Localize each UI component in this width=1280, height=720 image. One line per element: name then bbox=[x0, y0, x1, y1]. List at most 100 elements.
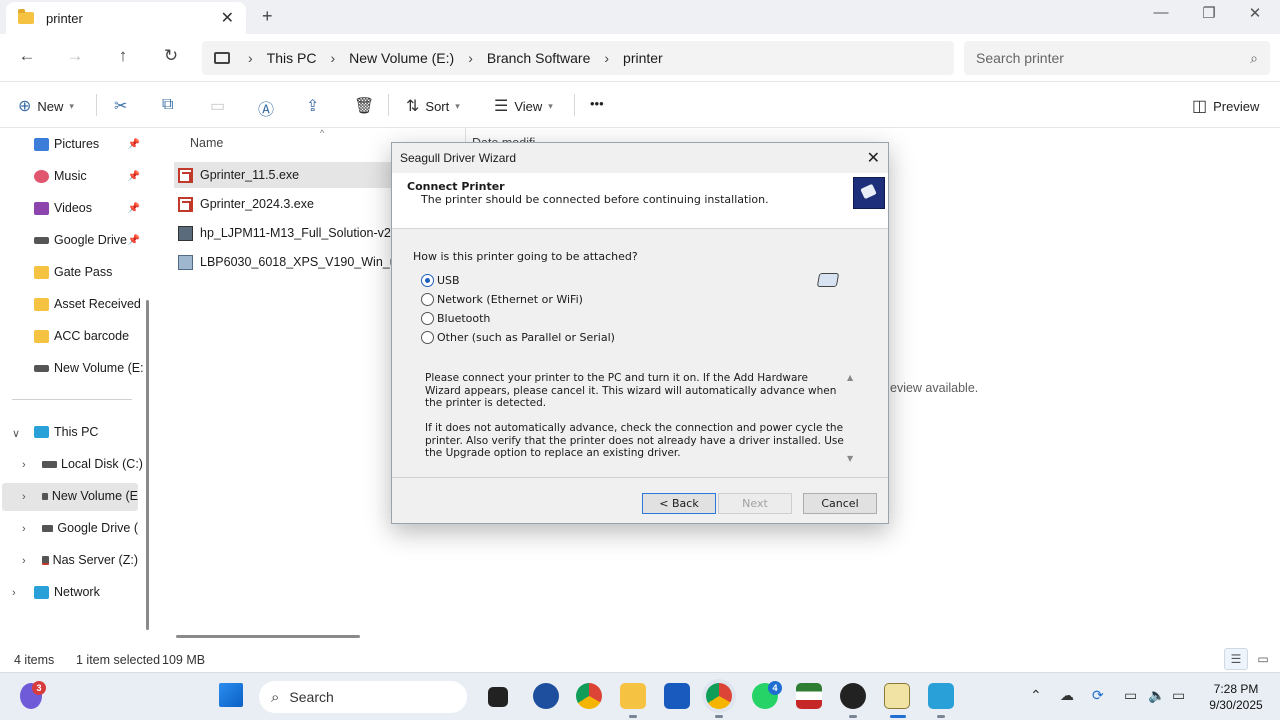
breadcrumb-separator[interactable]: › bbox=[604, 50, 609, 66]
onedrive-icon[interactable]: ☁ bbox=[1060, 687, 1074, 704]
obs-icon[interactable] bbox=[840, 683, 866, 709]
tree-item-new-volume[interactable]: New Volume (E bbox=[42, 489, 138, 503]
sidebar-item-asset-received[interactable]: Asset Received F bbox=[34, 297, 144, 311]
radio-network[interactable]: Network (Ethernet or WiFi) bbox=[421, 293, 583, 306]
sidebar-item-music[interactable]: Music 📌 bbox=[34, 169, 144, 183]
maximize-button[interactable]: ❐ bbox=[1194, 4, 1224, 22]
new-button[interactable]: ⊕ New ▾ bbox=[18, 96, 74, 116]
status-bar: 4 items 1 item selected 109 MB ☰ ▭ bbox=[0, 648, 1280, 672]
preview-pane-button[interactable]: ◫ Preview bbox=[1192, 96, 1259, 116]
tree-item-this-pc[interactable]: This PC bbox=[34, 425, 164, 439]
breadcrumb-separator[interactable]: › bbox=[468, 50, 473, 66]
radio-other[interactable]: Other (such as Parallel or Serial) bbox=[421, 331, 615, 344]
chevron-right-icon[interactable]: › bbox=[22, 523, 26, 535]
tree-item-network[interactable]: Network bbox=[34, 585, 164, 599]
radio-label: USB bbox=[437, 274, 460, 287]
notepad-icon[interactable] bbox=[928, 683, 954, 709]
sidebar-scrollbar[interactable] bbox=[146, 300, 149, 630]
system-clock[interactable]: 7:28 PM 9/30/2025 bbox=[1198, 681, 1274, 713]
forward-button[interactable]: → bbox=[62, 46, 88, 66]
show-hidden-icons[interactable]: ⌃ bbox=[1030, 687, 1042, 704]
close-tab-icon[interactable]: ✕ bbox=[221, 8, 234, 28]
breadcrumb-separator[interactable]: › bbox=[248, 50, 253, 66]
radio-usb[interactable]: USB bbox=[421, 274, 460, 287]
radio-button[interactable] bbox=[421, 331, 434, 344]
sidebar-item-pictures[interactable]: Pictures 📌 bbox=[34, 137, 144, 151]
cut-button[interactable]: ✂ bbox=[114, 96, 133, 116]
more-options-button[interactable]: ••• bbox=[590, 96, 604, 111]
dialog-close-button[interactable]: ✕ bbox=[867, 148, 880, 168]
breadcrumb-separator[interactable]: › bbox=[330, 50, 335, 66]
radio-button[interactable] bbox=[421, 274, 434, 287]
next-button[interactable]: Next bbox=[718, 493, 792, 514]
network-icon bbox=[34, 585, 49, 599]
app-icon[interactable] bbox=[796, 683, 822, 709]
cancel-button[interactable]: Cancel bbox=[803, 493, 877, 514]
new-tab-button[interactable]: + bbox=[262, 6, 273, 27]
radio-label: Bluetooth bbox=[437, 312, 491, 325]
details-view-button[interactable]: ☰ bbox=[1224, 648, 1248, 670]
drive-icon bbox=[34, 364, 49, 372]
column-header-name[interactable]: Name bbox=[190, 136, 223, 150]
sidebar-item-new-volume[interactable]: New Volume (E:) bbox=[34, 361, 144, 375]
delete-button[interactable]: 🗑 bbox=[354, 96, 380, 116]
minimize-button[interactable]: — bbox=[1146, 4, 1176, 21]
chrome-profile-icon[interactable] bbox=[706, 683, 732, 709]
breadcrumb-printer[interactable]: printer bbox=[623, 50, 663, 66]
rename-button[interactable]: Ⓐ bbox=[258, 96, 280, 120]
refresh-button[interactable]: ↻ bbox=[158, 46, 184, 66]
chevron-right-icon[interactable]: › bbox=[22, 491, 26, 503]
file-list-scrollbar[interactable] bbox=[176, 635, 360, 638]
pin-icon: 📌 bbox=[127, 170, 140, 182]
chevron-right-icon[interactable]: › bbox=[22, 459, 26, 471]
tiles-view-button[interactable]: ▭ bbox=[1251, 648, 1275, 670]
radio-button[interactable] bbox=[421, 293, 434, 306]
sidebar-item-google-drive[interactable]: Google Drive 📌 bbox=[34, 233, 144, 247]
back-button[interactable]: ← bbox=[14, 46, 40, 66]
installer-app-icon[interactable] bbox=[884, 683, 910, 709]
radio-bluetooth[interactable]: Bluetooth bbox=[421, 312, 490, 325]
sidebar-item-videos[interactable]: Videos 📌 bbox=[34, 201, 144, 215]
breadcrumb-this-pc[interactable]: This PC bbox=[267, 50, 317, 66]
dialog-divider bbox=[392, 477, 888, 478]
up-button[interactable]: ↑ bbox=[110, 46, 136, 66]
browser-icon[interactable] bbox=[533, 683, 559, 709]
instructions-text-box[interactable]: Please connect your printer to the PC an… bbox=[419, 367, 863, 477]
copy-button[interactable]: ⧉ bbox=[162, 96, 179, 114]
network-status-icon[interactable]: ▭ bbox=[1124, 687, 1137, 704]
chrome-icon[interactable] bbox=[576, 683, 602, 709]
chevron-right-icon[interactable]: › bbox=[12, 587, 16, 599]
taskbar-search[interactable]: ⌕ Search bbox=[259, 681, 467, 713]
tree-item-google-drive[interactable]: Google Drive ( bbox=[42, 521, 138, 535]
close-window-button[interactable]: ✕ bbox=[1240, 4, 1270, 22]
start-button[interactable] bbox=[219, 683, 243, 707]
view-button[interactable]: ☰ View ▾ bbox=[494, 96, 553, 116]
tree-item-nas-server[interactable]: Nas Server (Z:) bbox=[42, 553, 138, 567]
radio-button[interactable] bbox=[421, 312, 434, 325]
volume-icon[interactable]: 🔈 bbox=[1148, 687, 1165, 704]
paste-button[interactable]: ▭ bbox=[210, 96, 231, 116]
more-icon: ••• bbox=[590, 96, 604, 111]
sidebar-item-acc-barcode[interactable]: ACC barcode bbox=[34, 329, 144, 343]
file-name: Gprinter_11.5.exe bbox=[200, 168, 300, 182]
chevron-right-icon[interactable]: › bbox=[22, 555, 26, 567]
scroll-down-icon[interactable]: ▼ bbox=[847, 454, 853, 463]
sidebar-item-gate-pass[interactable]: Gate Pass bbox=[34, 265, 144, 279]
address-bar[interactable]: › This PC › New Volume (E:) › Branch Sof… bbox=[202, 41, 954, 75]
battery-icon[interactable]: ▭ bbox=[1172, 687, 1185, 704]
word-icon[interactable] bbox=[664, 683, 690, 709]
file-explorer-icon[interactable] bbox=[620, 683, 646, 709]
sidebar-item-label: New Volume (E:) bbox=[54, 361, 144, 375]
explorer-tab[interactable]: printer ✕ bbox=[6, 2, 246, 34]
breadcrumb-new-volume[interactable]: New Volume (E:) bbox=[349, 50, 454, 66]
task-view-icon[interactable] bbox=[488, 687, 508, 707]
breadcrumb-branch-software[interactable]: Branch Software bbox=[487, 50, 591, 66]
sync-icon[interactable]: ⟳ bbox=[1092, 687, 1104, 704]
tree-item-local-disk[interactable]: Local Disk (C:) bbox=[42, 457, 172, 471]
share-button[interactable]: ⇪ bbox=[306, 96, 325, 116]
search-input[interactable]: Search printer ⌕ bbox=[964, 41, 1270, 75]
scroll-up-icon[interactable]: ▲ bbox=[847, 373, 853, 382]
sort-button[interactable]: ⇅ Sort ▾ bbox=[406, 96, 460, 116]
chevron-down-icon[interactable]: ∨ bbox=[12, 427, 20, 440]
back-button[interactable]: < Back bbox=[642, 493, 716, 514]
